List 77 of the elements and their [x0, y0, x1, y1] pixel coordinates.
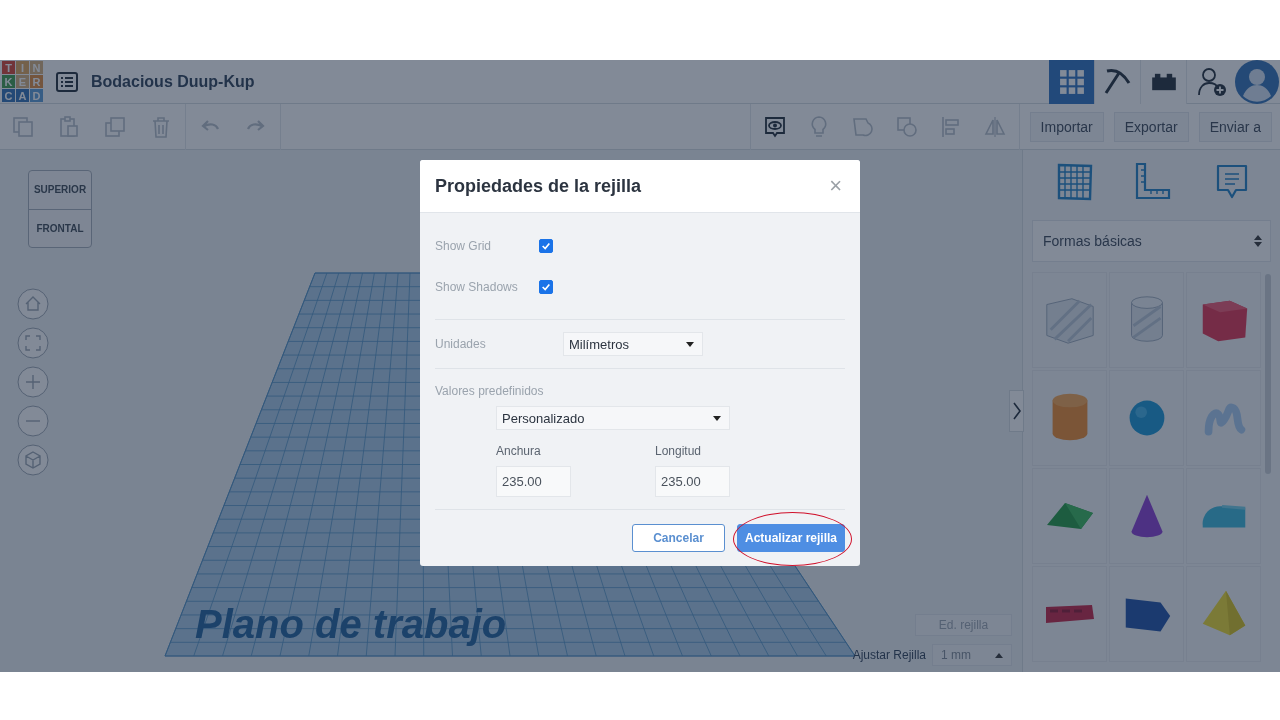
updown-caret-icon [1254, 234, 1262, 248]
zoom-out-icon[interactable] [17, 405, 49, 437]
duplicate-icon[interactable] [103, 114, 127, 139]
dimension-field[interactable]: 235.00 [655, 466, 730, 497]
logo-letter: A [16, 89, 29, 102]
mirror-icon[interactable] [982, 114, 1007, 139]
dimension-label: Anchura [496, 444, 542, 458]
shape-button[interactable] [1186, 468, 1261, 564]
shape-button[interactable] [1109, 370, 1184, 466]
checkbox[interactable] [539, 238, 553, 253]
units-dropdown[interactable]: Milímetros [563, 332, 703, 356]
view-cube[interactable]: SUPERIOR FRONTAL [28, 170, 92, 248]
zoom-in-icon[interactable] [17, 366, 49, 398]
collapse-panel-tab[interactable] [1009, 390, 1024, 432]
logo-letter: D [30, 89, 43, 102]
workplane-label: Plano de trabajo [195, 602, 507, 646]
shape-button[interactable] [1032, 272, 1107, 368]
shape-button[interactable] [1109, 468, 1184, 564]
shape-button[interactable] [1109, 566, 1184, 662]
dimension-field[interactable]: 235.00 [496, 466, 571, 497]
dialog-title: Propiedades de la rejilla [435, 175, 642, 197]
dimension-label: Longitud [655, 444, 703, 458]
list-icon[interactable] [56, 71, 78, 92]
caret-icon [686, 341, 694, 347]
toggle-label: Show Grid [435, 238, 493, 253]
project-title[interactable]: Bodacious Duup-Kup [91, 72, 255, 91]
toolbar-action-button[interactable]: Exportar [1113, 111, 1189, 142]
bricks-view-tab[interactable] [1141, 59, 1187, 104]
shape-button[interactable] [1032, 468, 1107, 564]
grid-view-tab[interactable] [1049, 59, 1095, 104]
shape-button[interactable] [1186, 272, 1261, 368]
toolbar-action-button[interactable]: Importar [1029, 111, 1104, 142]
checkmark-icon [541, 281, 551, 292]
caret-icon [713, 415, 721, 421]
text-shape-icon [1044, 604, 1095, 624]
logo-letter: N [30, 61, 43, 74]
view-cube-top-label[interactable]: SUPERIOR [29, 171, 91, 209]
shape-button[interactable] [1032, 370, 1107, 466]
avatar-icon[interactable] [1235, 59, 1279, 104]
shape-button[interactable] [1032, 566, 1107, 662]
close-button[interactable]: × [825, 175, 846, 197]
ungroup-shape-icon[interactable] [894, 114, 919, 139]
logo-letter: I [16, 61, 29, 74]
logo-letter: T [2, 61, 15, 74]
pickaxe-view-tab[interactable] [1095, 59, 1141, 104]
units-label: Unidades [435, 337, 487, 351]
shape-button[interactable] [1109, 272, 1184, 368]
presets-label: Valores predefinidos [435, 384, 545, 398]
update-grid-button[interactable]: Actualizar rejilla [737, 524, 845, 552]
logo[interactable]: T I N K E R C A D [2, 61, 43, 102]
perspective-icon[interactable] [17, 444, 49, 476]
add-user-icon[interactable] [1197, 66, 1227, 97]
roof-icon [1045, 502, 1094, 530]
cancel-button[interactable]: Cancelar [632, 524, 725, 552]
brick-icon [1149, 71, 1178, 92]
logo-letter: C [2, 89, 15, 102]
logo-letter: R [30, 75, 43, 88]
toolbar-action-button[interactable]: Enviar a [1198, 111, 1272, 142]
view-cube-front-label[interactable]: FRONTAL [29, 208, 91, 247]
shape-button[interactable] [1186, 566, 1261, 662]
snap-grid-label: Ajustar Rejilla [852, 648, 926, 662]
checkmark-icon [541, 240, 551, 251]
toggle-label: Show Shadows [435, 279, 519, 294]
checkbox[interactable] [539, 279, 553, 294]
shape-button[interactable] [1186, 370, 1261, 466]
home-view-icon[interactable] [17, 288, 49, 320]
note-eye-icon[interactable] [762, 114, 787, 139]
logo-letter: K [2, 75, 15, 88]
presets-dropdown[interactable]: Personalizado [496, 406, 730, 430]
caret-icon [995, 652, 1003, 658]
paste-icon[interactable] [57, 114, 81, 139]
shape-category-dropdown[interactable]: Formas básicas [1032, 220, 1271, 262]
chevron-right-icon [1012, 402, 1021, 420]
fit-view-icon[interactable] [17, 327, 49, 359]
copy-icon[interactable] [11, 114, 35, 139]
grid-icon [1058, 68, 1085, 95]
logo-letter: E [16, 75, 29, 88]
